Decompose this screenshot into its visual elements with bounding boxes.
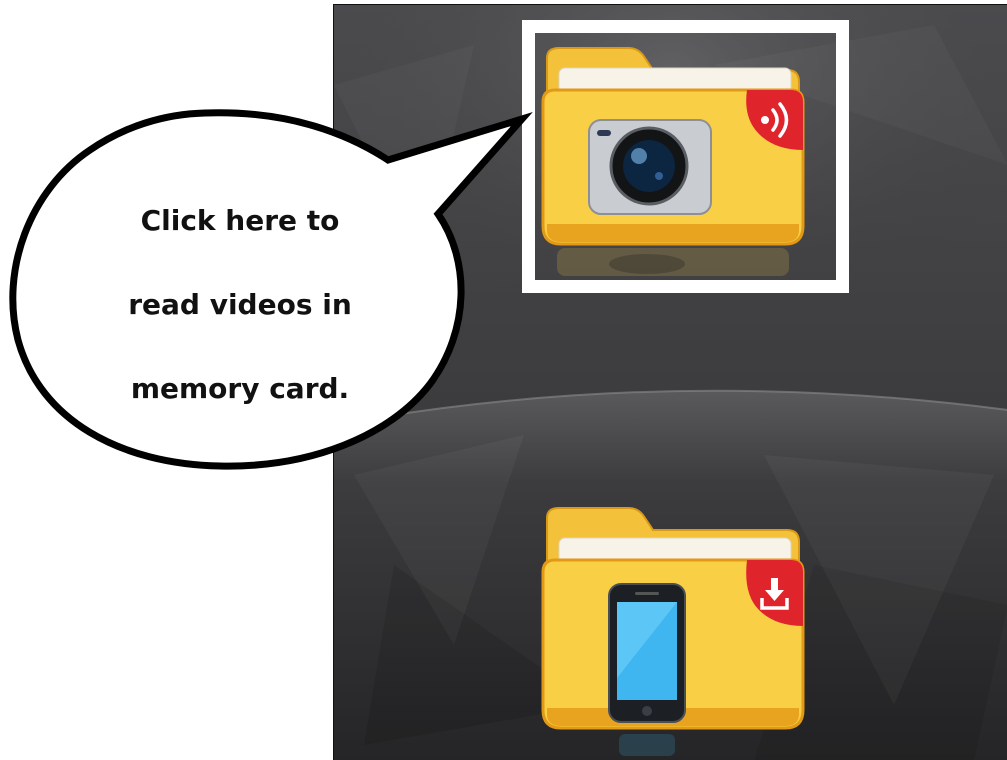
highlight-box — [522, 20, 849, 293]
callout-line-1: Click here to — [140, 204, 340, 237]
callout-text: Click here to read videos in memory card… — [60, 190, 420, 442]
phone-download-folder[interactable] — [537, 498, 809, 758]
callout-line-2: read videos in — [128, 288, 352, 321]
callout-line-3: memory card. — [130, 372, 350, 405]
smartphone-icon — [608, 583, 686, 723]
tutorial-screenshot: Click here to read videos in memory card… — [0, 0, 1007, 760]
